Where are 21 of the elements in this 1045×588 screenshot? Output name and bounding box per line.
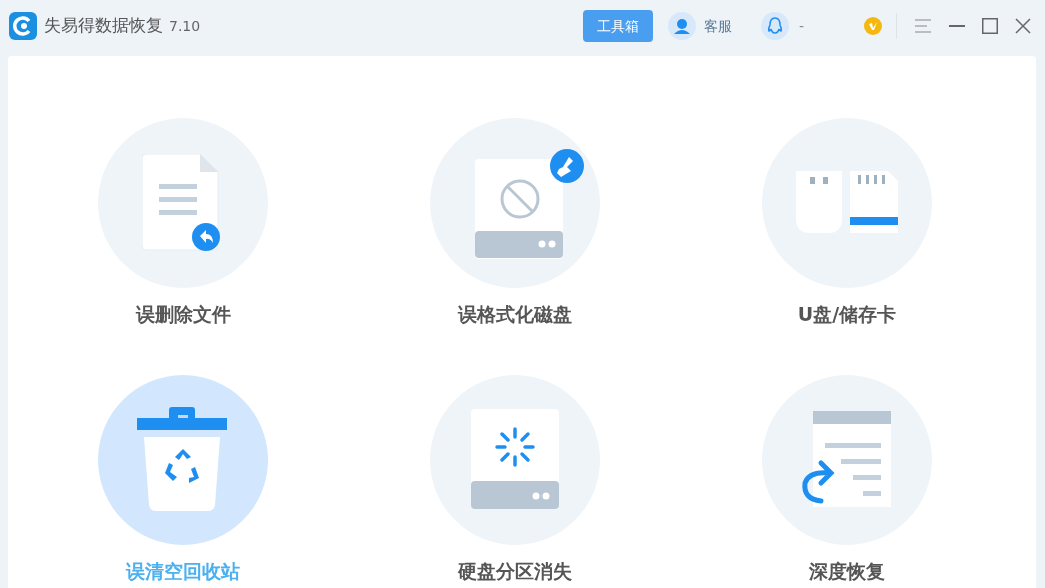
drive-icon bbox=[470, 408, 560, 511]
maximize-icon[interactable] bbox=[982, 18, 998, 34]
customer-service-link[interactable]: 客服 bbox=[703, 15, 732, 37]
headset-person-icon[interactable] bbox=[667, 12, 696, 40]
menu-icon[interactable] bbox=[914, 19, 932, 33]
document-recovery-icon bbox=[801, 410, 893, 509]
recycle-bin-icon bbox=[137, 406, 229, 513]
usb-and-card-icon bbox=[794, 171, 900, 235]
qq-account-text: - bbox=[798, 16, 804, 36]
recovery-option-label[interactable]: 误删除文件 bbox=[135, 300, 231, 329]
app-logo-icon bbox=[9, 12, 37, 40]
close-icon[interactable] bbox=[1015, 18, 1031, 34]
recovery-option-label[interactable]: U盘/储存卡 bbox=[797, 300, 897, 329]
app-title: 失易得数据恢复 bbox=[44, 14, 163, 38]
recovery-option-label[interactable]: 误格式化磁盘 bbox=[458, 300, 572, 329]
vip-badge-icon[interactable] bbox=[864, 17, 882, 35]
minimize-icon[interactable] bbox=[949, 25, 965, 27]
recovery-option-label[interactable]: 深度恢复 bbox=[809, 556, 885, 585]
penguin-icon[interactable] bbox=[760, 12, 789, 40]
recovery-option-label[interactable]: 硬盘分区消失 bbox=[458, 556, 572, 585]
app-version: 7.10 bbox=[169, 16, 201, 36]
